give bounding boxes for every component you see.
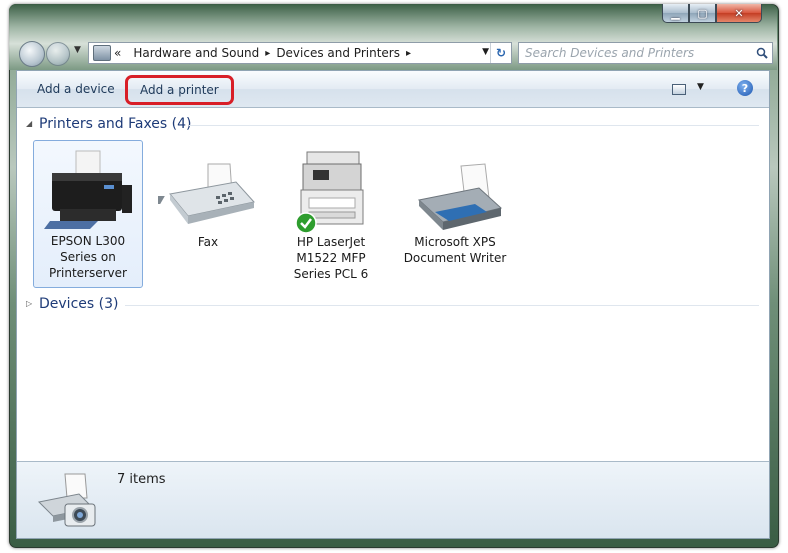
- content-pane: Add a device Add a printer ▼ ? ◢ Printer…: [16, 70, 770, 539]
- add-device-button[interactable]: Add a device: [37, 82, 115, 96]
- breadcrumb-overflow[interactable]: «: [114, 46, 121, 60]
- address-dropdown-icon[interactable]: ▼: [482, 47, 489, 57]
- breadcrumb-devices-and-printers[interactable]: Devices and Printers: [276, 46, 400, 60]
- breadcrumb-separator-icon[interactable]: ▸: [265, 48, 270, 59]
- device-label-line: Microsoft XPS: [414, 235, 496, 249]
- minimize-button[interactable]: ▁: [662, 4, 689, 23]
- group-divider: [125, 305, 759, 306]
- search-icon[interactable]: [752, 47, 772, 59]
- device-label-line: HP LaserJet: [296, 235, 366, 249]
- caption-buttons: ▁ ▢ ✕: [662, 4, 762, 24]
- group-header-devices[interactable]: ▷ Devices (3): [17, 295, 769, 315]
- control-panel-icon: [93, 45, 111, 61]
- back-button[interactable]: [19, 41, 45, 67]
- default-printer-check-icon: [295, 212, 317, 234]
- close-button[interactable]: ✕: [716, 4, 762, 23]
- details-pane: 7 items: [17, 461, 769, 538]
- navigation-row: ▼ « Hardware and Sound ▸ Devices and Pri…: [16, 41, 774, 67]
- change-view-icon[interactable]: [672, 84, 686, 95]
- maximize-button[interactable]: ▢: [689, 4, 716, 23]
- search-input[interactable]: Search Devices and Printers: [525, 46, 752, 60]
- xps-printer-icon: [417, 163, 503, 230]
- fax-icon: [158, 163, 255, 224]
- device-item-epson-l300[interactable]: EPSON L300 Series on Printerserver: [33, 140, 143, 288]
- group-title-printers: Printers and Faxes (4): [39, 116, 192, 132]
- device-label-line: Series PCL 6: [293, 267, 369, 281]
- view-options-dropdown-icon[interactable]: ▼: [697, 82, 704, 92]
- collapse-arrow-icon[interactable]: ◢: [26, 119, 32, 128]
- device-item-hp-laserjet[interactable]: HP LaserJet M1522 MFP Series PCL 6: [277, 142, 385, 292]
- device-label-line: Printerserver: [49, 266, 127, 280]
- refresh-icon[interactable]: ↻: [490, 43, 511, 63]
- maximize-icon: ▢: [697, 6, 708, 20]
- address-bar[interactable]: « Hardware and Sound ▸ Devices and Print…: [88, 42, 512, 64]
- device-item-xps-writer[interactable]: Microsoft XPS Document Writer: [401, 142, 509, 265]
- group-divider: [189, 125, 759, 126]
- devices-and-printers-icon: [37, 473, 96, 527]
- inkjet-printer-icon: [44, 150, 132, 229]
- device-label-line: EPSON L300: [50, 234, 126, 248]
- group-title-devices: Devices (3): [39, 296, 119, 312]
- device-label-line: Fax: [197, 235, 219, 249]
- forward-button[interactable]: [46, 42, 70, 66]
- device-label-line: Series on: [60, 250, 116, 264]
- device-label-line: M1522 MFP: [296, 251, 366, 265]
- item-count: 7 items: [117, 472, 166, 487]
- command-bar: Add a device Add a printer ▼ ?: [17, 71, 769, 108]
- search-box[interactable]: Search Devices and Printers: [518, 42, 773, 64]
- breadcrumb-hardware-and-sound[interactable]: Hardware and Sound: [133, 46, 259, 60]
- group-header-printers[interactable]: ◢ Printers and Faxes (4): [17, 115, 769, 135]
- minimize-icon: ▁: [671, 6, 680, 20]
- help-icon[interactable]: ?: [737, 80, 753, 96]
- add-printer-button[interactable]: Add a printer: [125, 75, 234, 105]
- close-icon: ✕: [734, 6, 744, 20]
- device-label-line: Document Writer: [403, 251, 507, 265]
- device-item-fax[interactable]: Fax: [154, 142, 262, 252]
- expand-arrow-icon[interactable]: ▷: [26, 299, 32, 308]
- breadcrumb-separator-icon[interactable]: ▸: [406, 48, 411, 59]
- recent-pages-dropdown-icon[interactable]: ▼: [74, 45, 81, 55]
